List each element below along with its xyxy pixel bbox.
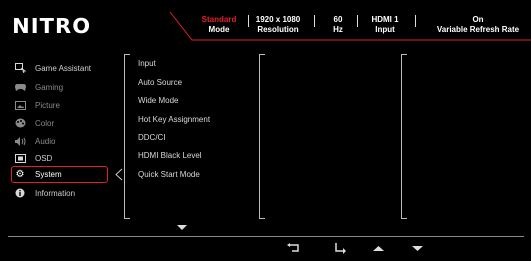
refresh-status: 60 Hz (328, 15, 348, 35)
game-assistant-icon (14, 63, 26, 73)
vrr-label: Variable Refresh Rate (436, 25, 520, 34)
submenu-item-hot-key-assignment[interactable]: Hot Key Assignment (138, 114, 210, 126)
submenu-item-wide-mode[interactable]: Wide Mode (138, 95, 178, 107)
sidebar-item-label: Picture (35, 100, 60, 110)
sidebar-item-label: Game Assistant (35, 63, 92, 73)
header-divider (415, 15, 416, 27)
resolution-label: Resolution (257, 25, 299, 34)
submenu-item-ddc-ci[interactable]: DDC/CI (138, 132, 166, 144)
sidebar-item-label: Color (35, 118, 55, 128)
sidebar-item-label: Information (35, 188, 76, 198)
input-label: Input (375, 25, 395, 34)
sidebar-item-picture[interactable]: Picture (14, 97, 110, 113)
selection-pointer-icon (115, 168, 123, 181)
sidebar-item-game-assistant[interactable]: Game Assistant (14, 60, 110, 76)
value-bracket (259, 54, 265, 219)
submenu-item-input[interactable]: Input (138, 58, 156, 70)
speaker-icon (14, 136, 26, 146)
sidebar-item-label: OSD (35, 153, 53, 163)
sidebar-item-osd[interactable]: OSD (14, 150, 110, 166)
sidebar-item-label: Audio (35, 136, 56, 146)
osd-icon (14, 153, 26, 163)
enter-icon[interactable] (333, 242, 347, 254)
footer-divider (8, 236, 524, 237)
option-bracket (401, 54, 407, 219)
mode-status: Standard Mode (193, 15, 245, 35)
submenu-item-quick-start-mode[interactable]: Quick Start Mode (138, 169, 200, 181)
input-value: HDMI 1 (371, 15, 399, 24)
sidebar-item-audio[interactable]: Audio (14, 133, 110, 149)
sidebar-item-color[interactable]: Color (14, 115, 110, 131)
header-divider (314, 15, 315, 27)
sidebar-item-information[interactable]: Information (14, 185, 110, 201)
palette-icon (14, 118, 26, 128)
submenu-bracket (124, 54, 130, 219)
gamepad-icon (14, 82, 26, 92)
resolution-status: 1920 x 1080 Resolution (250, 15, 306, 35)
scroll-down-icon[interactable] (177, 225, 187, 230)
header-divider (357, 15, 358, 27)
resolution-value: 1920 x 1080 (255, 15, 301, 24)
down-arrow-icon[interactable] (410, 242, 424, 254)
return-icon[interactable] (286, 242, 300, 254)
vrr-value: On (472, 15, 484, 24)
info-icon (14, 188, 26, 198)
vrr-status: On Variable Refresh Rate (432, 15, 524, 35)
nitro-logo: NITRO (12, 14, 92, 38)
submenu-item-auto-source[interactable]: Auto Source (138, 77, 182, 89)
picture-icon (14, 100, 26, 110)
mode-value: Standard (201, 15, 237, 24)
refresh-value: 60 (333, 15, 343, 24)
refresh-label: Hz (333, 25, 343, 34)
submenu-item-hdmi-black-level[interactable]: HDMI Black Level (138, 150, 202, 162)
header-divider (248, 15, 249, 27)
sidebar-item-label: Gaming (35, 82, 64, 92)
up-arrow-icon[interactable] (371, 242, 385, 254)
sidebar-item-gaming[interactable]: Gaming (14, 79, 110, 95)
mode-label: Mode (208, 25, 230, 34)
sidebar-item-system[interactable]: ⚙ System (14, 166, 110, 182)
gear-icon: ⚙ (15, 168, 25, 180)
input-status: HDMI 1 Input (366, 15, 404, 35)
sidebar-item-label: System (35, 169, 62, 179)
